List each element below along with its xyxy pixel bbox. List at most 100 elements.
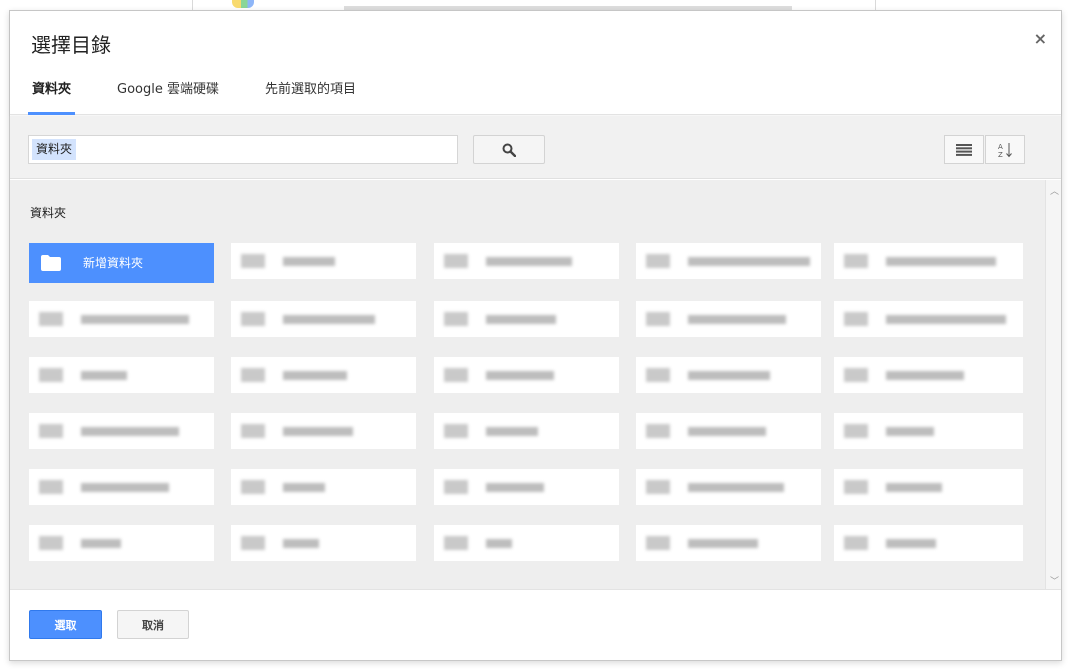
redacted-folder-icon — [844, 368, 868, 382]
redacted-folder-name — [283, 371, 347, 380]
tab-recently-selected[interactable]: 先前選取的項目 — [261, 79, 360, 115]
folder-item[interactable] — [231, 525, 416, 561]
sort-button[interactable]: A Z — [985, 135, 1025, 164]
scroll-down-icon[interactable]: ﹀ — [1050, 574, 1059, 587]
redacted-folder-icon — [241, 480, 265, 494]
folder-item[interactable] — [636, 357, 821, 393]
redacted-folder-icon — [844, 254, 868, 268]
search-chip[interactable]: 資料夾 — [32, 139, 77, 160]
redacted-folder-icon — [444, 368, 468, 382]
folder-item[interactable] — [231, 413, 416, 449]
folder-item[interactable] — [231, 301, 416, 337]
redacted-folder-name — [81, 539, 121, 548]
new-folder-button[interactable]: 新增資料夾 — [29, 243, 214, 283]
redacted-folder-name — [283, 257, 335, 266]
folder-item[interactable] — [834, 243, 1023, 279]
redacted-folder-name — [81, 371, 127, 380]
folder-item[interactable] — [29, 469, 214, 505]
folder-item[interactable] — [29, 413, 214, 449]
redacted-folder-name — [688, 427, 766, 436]
close-icon[interactable]: × — [1034, 29, 1047, 48]
redacted-folder-name — [886, 427, 934, 436]
redacted-folder-icon — [39, 368, 63, 382]
folder-item[interactable] — [636, 525, 821, 561]
dialog-header: 選擇目錄 × 資料夾 Google 雲端硬碟 先前選取的項目 — [10, 11, 1061, 115]
redacted-folder-name — [486, 483, 544, 492]
list-view-button[interactable] — [944, 135, 984, 164]
vertical-scrollbar[interactable]: ︿ ﹀ — [1045, 180, 1061, 591]
folder-item[interactable] — [636, 469, 821, 505]
folder-item[interactable] — [636, 413, 821, 449]
folder-item[interactable] — [231, 357, 416, 393]
search-input[interactable]: 資料夾 — [28, 135, 458, 164]
tab-google-drive[interactable]: Google 雲端硬碟 — [113, 79, 223, 115]
folder-item[interactable] — [636, 301, 821, 337]
folder-item[interactable] — [636, 243, 821, 279]
redacted-folder-name — [688, 539, 758, 548]
svg-text:A: A — [998, 143, 1003, 151]
redacted-folder-name — [283, 315, 375, 324]
redacted-folder-name — [486, 315, 556, 324]
redacted-folder-name — [688, 371, 770, 380]
folder-item[interactable] — [231, 469, 416, 505]
folder-item[interactable] — [434, 469, 619, 505]
folder-content-area: 資料夾 新增資料夾 ︿ ﹀ — [10, 180, 1061, 591]
redacted-folder-icon — [646, 424, 670, 438]
search-toolbar: 資料夾 A Z — [10, 116, 1061, 179]
redacted-folder-name — [486, 427, 538, 436]
folder-item[interactable] — [29, 301, 214, 337]
redacted-folder-icon — [444, 480, 468, 494]
redacted-folder-icon — [646, 312, 670, 326]
redacted-folder-icon — [444, 312, 468, 326]
redacted-folder-icon — [646, 254, 670, 268]
redacted-folder-icon — [241, 536, 265, 550]
search-button[interactable] — [473, 135, 545, 164]
svg-text:Z: Z — [998, 151, 1003, 159]
redacted-folder-name — [486, 539, 512, 548]
select-button[interactable]: 選取 — [29, 610, 102, 639]
redacted-folder-icon — [844, 480, 868, 494]
folder-item[interactable] — [434, 357, 619, 393]
sort-az-icon: A Z — [998, 142, 1012, 159]
folder-item[interactable] — [434, 301, 619, 337]
redacted-folder-name — [886, 315, 1006, 324]
cancel-button[interactable]: 取消 — [117, 610, 189, 639]
redacted-folder-icon — [444, 424, 468, 438]
redacted-folder-icon — [844, 312, 868, 326]
folder-item[interactable] — [834, 301, 1023, 337]
redacted-folder-name — [81, 315, 189, 324]
folder-item[interactable] — [834, 525, 1023, 561]
redacted-folder-name — [688, 483, 784, 492]
folder-item[interactable] — [834, 413, 1023, 449]
view-controls: A Z — [944, 135, 1025, 164]
redacted-folder-name — [886, 257, 996, 266]
list-view-icon — [956, 143, 972, 156]
redacted-folder-icon — [444, 536, 468, 550]
redacted-folder-name — [688, 257, 810, 266]
folder-item[interactable] — [834, 469, 1023, 505]
redacted-folder-icon — [241, 312, 265, 326]
redacted-folder-name — [886, 371, 964, 380]
redacted-folder-icon — [39, 536, 63, 550]
dialog-title: 選擇目錄 — [31, 33, 111, 57]
tab-folders[interactable]: 資料夾 — [28, 79, 76, 115]
redacted-folder-icon — [444, 254, 468, 268]
folder-item[interactable] — [434, 525, 619, 561]
new-folder-label: 新增資料夾 — [83, 256, 144, 270]
redacted-folder-icon — [646, 536, 670, 550]
redacted-folder-name — [283, 483, 325, 492]
redacted-folder-icon — [241, 254, 265, 268]
folder-item[interactable] — [29, 525, 214, 561]
folder-item[interactable] — [434, 413, 619, 449]
redacted-folder-icon — [844, 536, 868, 550]
folder-item[interactable] — [231, 243, 416, 279]
redacted-folder-name — [688, 315, 786, 324]
folder-icon — [41, 255, 61, 271]
redacted-folder-icon — [39, 312, 63, 326]
folder-item[interactable] — [434, 243, 619, 279]
scroll-up-icon[interactable]: ︿ — [1050, 184, 1059, 197]
redacted-folder-icon — [646, 480, 670, 494]
folder-item[interactable] — [834, 357, 1023, 393]
folder-item[interactable] — [29, 357, 214, 393]
tab-bar: 資料夾 Google 雲端硬碟 先前選取的項目 — [28, 79, 398, 115]
